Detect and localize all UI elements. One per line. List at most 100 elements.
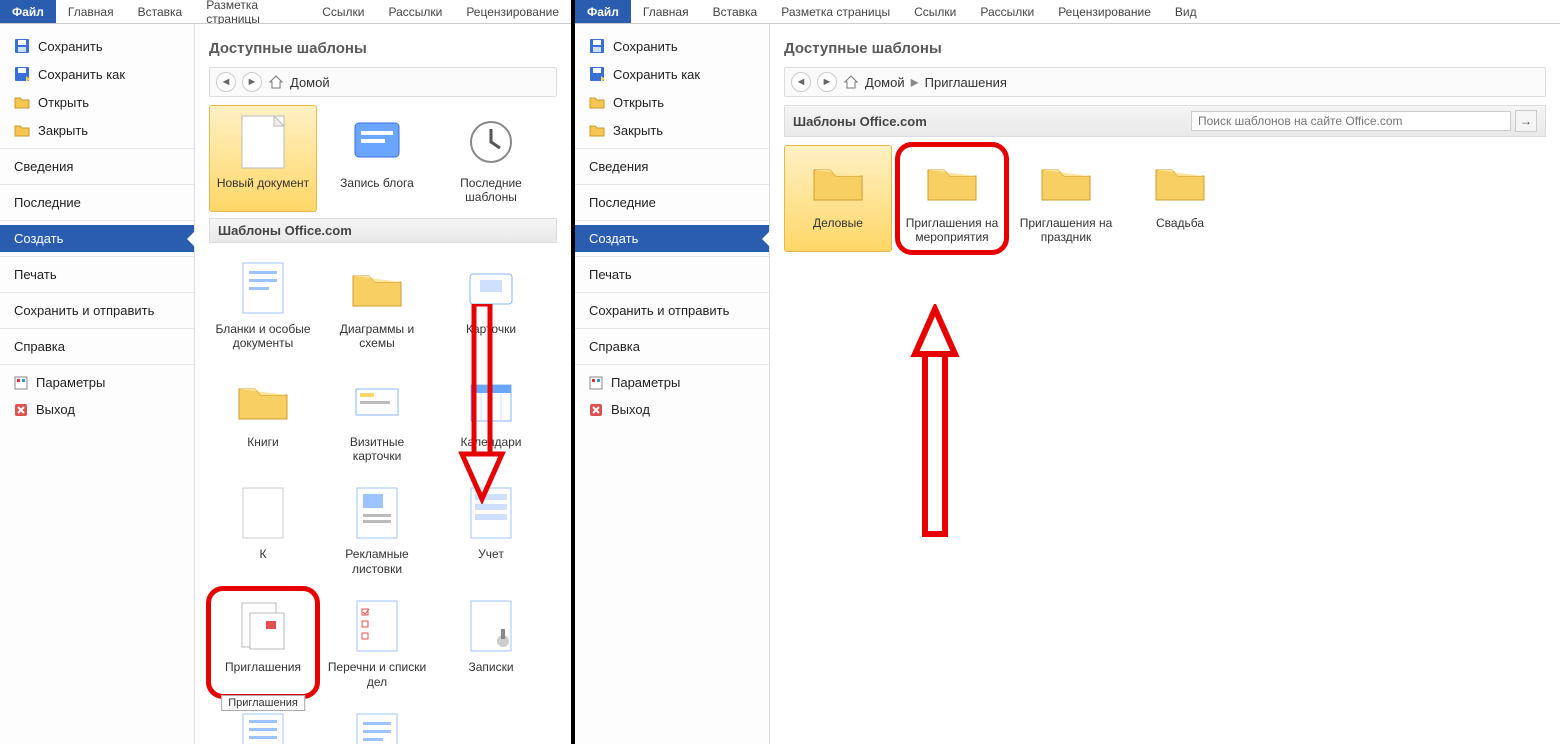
ribbon-tab-mail[interactable]: Рассылки <box>968 0 1046 23</box>
folder-icon <box>1150 152 1210 212</box>
ribbon-tab-file[interactable]: Файл <box>575 0 631 23</box>
template-tile-свадьба[interactable]: Свадьба <box>1126 145 1234 252</box>
template-tile-к[interactable]: К <box>209 476 317 583</box>
doc-icon <box>233 258 293 318</box>
ribbon-tab-layout[interactable]: Разметка страницы <box>769 0 902 23</box>
sidebar-info[interactable]: Сведения <box>575 153 769 180</box>
invite-icon <box>233 596 293 656</box>
sidebar-save[interactable]: Сохранить <box>0 32 194 60</box>
label: Сохранить и отправить <box>14 303 154 318</box>
sidebar-help[interactable]: Справка <box>575 333 769 360</box>
sidebar-new[interactable]: Создать <box>0 225 194 252</box>
template-tile-инф-ые[interactable]: Инф ые <box>323 702 431 744</box>
tile-label: Деловые <box>813 216 863 244</box>
label: Открыть <box>613 95 664 110</box>
template-tile-бланки-и-особые-документы[interactable]: Бланки и особые документы <box>209 251 317 358</box>
nav-back-button[interactable]: ◄ <box>791 72 811 92</box>
nav-fwd-button[interactable]: ► <box>817 72 837 92</box>
ribbon-tab-home[interactable]: Главная <box>631 0 701 23</box>
home-icon[interactable] <box>843 74 859 90</box>
tile-label: Визитные карточки <box>326 435 428 464</box>
sidebar-print[interactable]: Печать <box>575 261 769 288</box>
breadcrumb-invitations[interactable]: Приглашения <box>925 75 1007 90</box>
template-tile-календари[interactable]: Календари <box>437 364 545 471</box>
exit-icon <box>589 403 603 417</box>
options-icon <box>589 376 603 390</box>
ribbon-tab-refs[interactable]: Ссылки <box>310 0 376 23</box>
sidebar-close[interactable]: Закрыть <box>0 116 194 144</box>
sidebar-options[interactable]: Параметры <box>575 369 769 396</box>
template-tile-карточки[interactable]: Карточки <box>437 251 545 358</box>
sidebar-exit[interactable]: Выход <box>0 396 194 423</box>
template-tile-диаграммы-и-схемы[interactable]: Диаграммы и схемы <box>323 251 431 358</box>
template-tile-новый-документ[interactable]: Новый документ <box>209 105 317 212</box>
breadcrumb-home[interactable]: Домой <box>865 75 905 90</box>
tile-label: Перечни и списки дел <box>326 660 428 689</box>
template-tile-перечни-и-списки-дел[interactable]: Перечни и списки дел <box>323 589 431 696</box>
template-tile-книги[interactable]: Книги <box>209 364 317 471</box>
templates-search-input[interactable] <box>1191 111 1511 131</box>
folder-icon <box>808 152 868 212</box>
save-as-icon <box>589 66 605 82</box>
ribbon-tab-insert[interactable]: Вставка <box>126 0 195 23</box>
tile-label: Календари <box>460 435 521 463</box>
ribbon-tab-layout[interactable]: Разметка страницы <box>194 0 310 23</box>
ribbon-tab-review[interactable]: Рецензирование <box>1046 0 1163 23</box>
content-right: Доступные шаблоны ◄ ► Домой ▸ Приглашени… <box>770 24 1560 744</box>
ribbon-tab-view[interactable]: Вид <box>1163 0 1209 23</box>
sidebar-exit[interactable]: Выход <box>575 396 769 423</box>
save-icon <box>14 38 30 54</box>
template-tile-приглашения-на-праздник[interactable]: Приглашения на праздник <box>1012 145 1120 252</box>
label: Сохранить как <box>38 67 125 82</box>
sidebar-recent[interactable]: Последние <box>0 189 194 216</box>
sidebar-options[interactable]: Параметры <box>0 369 194 396</box>
sidebar-share[interactable]: Сохранить и отправить <box>575 297 769 324</box>
calendar-icon <box>461 371 521 431</box>
breadcrumb-home[interactable]: Домой <box>290 75 330 90</box>
template-tile-рекламные-листовки[interactable]: Рекламные листовки <box>323 476 431 583</box>
template-tile-запись-блога[interactable]: Запись блога <box>323 105 431 212</box>
sidebar-info[interactable]: Сведения <box>0 153 194 180</box>
sidebar-help[interactable]: Справка <box>0 333 194 360</box>
template-tile-приглашения-на-мероприятия[interactable]: Приглашения на мероприятия <box>898 145 1006 252</box>
breadcrumb: ◄ ► Домой ▸ Приглашения <box>784 67 1546 97</box>
template-tile-визитные-карточки[interactable]: Визитные карточки <box>323 364 431 471</box>
note-icon <box>461 596 521 656</box>
sidebar-close[interactable]: Закрыть <box>575 116 769 144</box>
folder-icon <box>1036 152 1096 212</box>
label: Закрыть <box>38 123 88 138</box>
sidebar-recent[interactable]: Последние <box>575 189 769 216</box>
sidebar-save-as[interactable]: Сохранить как <box>575 60 769 88</box>
flyer-icon <box>347 483 407 543</box>
ribbon-tab-mail[interactable]: Рассылки <box>376 0 454 23</box>
ribbon-tab-file[interactable]: Файл <box>0 0 56 23</box>
breadcrumb: ◄ ► Домой <box>209 67 557 97</box>
template-tile-записки[interactable]: Записки <box>437 589 545 696</box>
nav-back-button[interactable]: ◄ <box>216 72 236 92</box>
template-tile-протоколы[interactable]: Протоколы <box>209 702 317 744</box>
home-icon[interactable] <box>268 74 284 90</box>
blank-partial-icon <box>233 483 293 543</box>
label: Сохранить как <box>613 67 700 82</box>
sidebar-open[interactable]: Открыть <box>0 88 194 116</box>
sidebar-save[interactable]: Сохранить <box>575 32 769 60</box>
sidebar-save-as[interactable]: Сохранить как <box>0 60 194 88</box>
ribbon-tab-refs[interactable]: Ссылки <box>902 0 968 23</box>
template-tile-последние-шаблоны[interactable]: Последние шаблоны <box>437 105 545 212</box>
office-templates-header: Шаблоны Office.com <box>793 114 927 129</box>
ribbon-tab-home[interactable]: Главная <box>56 0 126 23</box>
template-tile-приглашения[interactable]: ПриглашенияПриглашения <box>209 589 317 696</box>
sidebar-open[interactable]: Открыть <box>575 88 769 116</box>
template-tile-деловые[interactable]: Деловые <box>784 145 892 252</box>
tile-label: Новый документ <box>217 176 309 204</box>
ribbon-tab-review[interactable]: Рецензирование <box>454 0 571 23</box>
template-tile-учет[interactable]: Учет <box>437 476 545 583</box>
ribbon-tab-insert[interactable]: Вставка <box>701 0 770 23</box>
nav-fwd-button[interactable]: ► <box>242 72 262 92</box>
sidebar-print[interactable]: Печать <box>0 261 194 288</box>
tile-label: Записки <box>468 660 513 688</box>
recent-icon <box>461 112 521 172</box>
search-go-button[interactable]: → <box>1515 110 1537 132</box>
sidebar-share[interactable]: Сохранить и отправить <box>0 297 194 324</box>
sidebar-new[interactable]: Создать <box>575 225 769 252</box>
